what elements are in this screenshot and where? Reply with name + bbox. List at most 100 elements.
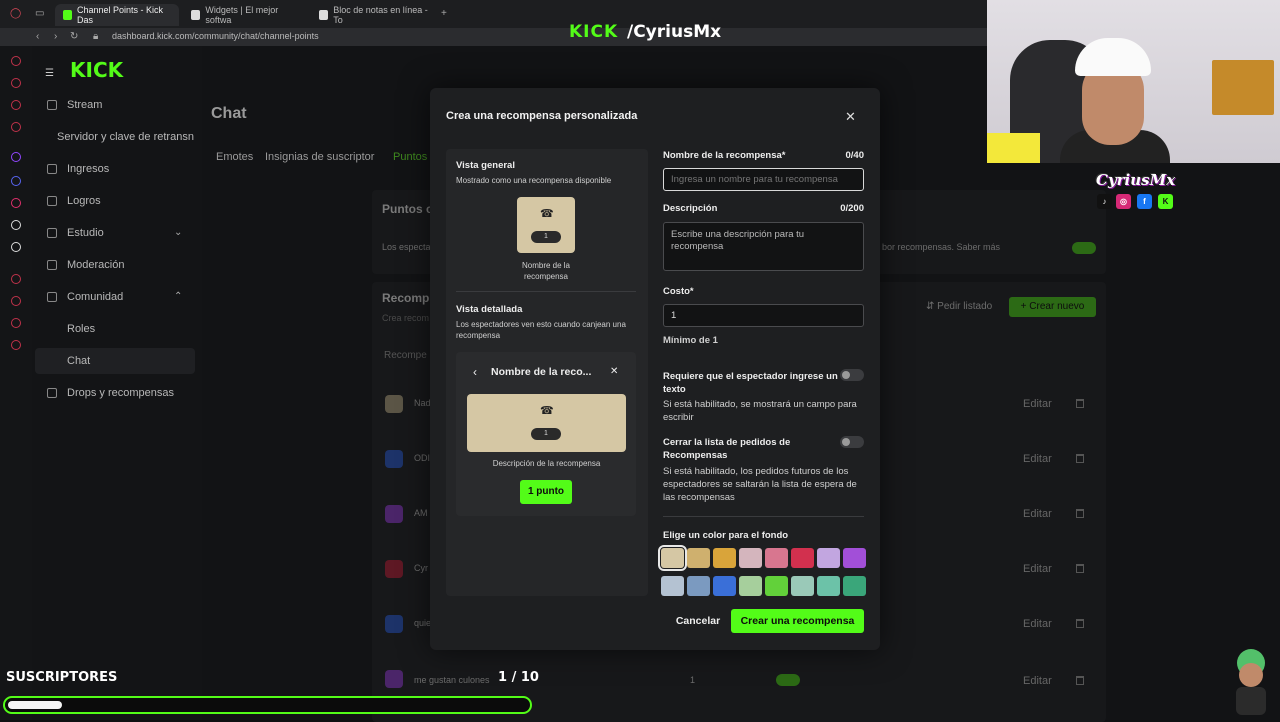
skip-queue-toggle[interactable] xyxy=(840,436,864,448)
color-swatch[interactable] xyxy=(765,548,788,568)
sidebar-label: Drops y recompensas xyxy=(67,387,174,399)
overview-cost-badge: 1 xyxy=(531,231,561,243)
color-swatch[interactable] xyxy=(765,576,788,596)
rail-icon[interactable] xyxy=(11,56,21,66)
trash-icon[interactable] xyxy=(1076,564,1084,573)
sidebar-item-roles[interactable]: Roles xyxy=(67,323,95,335)
settings-icon[interactable] xyxy=(11,340,21,350)
reward-description-input[interactable]: Escribe una descripción para tu recompen… xyxy=(663,222,864,271)
color-swatch[interactable] xyxy=(661,576,684,596)
create-reward-button[interactable]: Crear una recompensa xyxy=(731,609,864,633)
detail-reward-description: Descripción de la recompensa xyxy=(492,459,601,468)
discord-icon[interactable] xyxy=(11,176,21,186)
rail-icon[interactable] xyxy=(11,122,21,132)
reward-row-name: me gustan culones xyxy=(414,675,490,685)
color-swatch[interactable] xyxy=(713,576,736,596)
sidebar-item-moderacion[interactable]: Moderación xyxy=(47,259,124,271)
reload-icon[interactable]: ↻ xyxy=(70,31,78,42)
rail-icon[interactable] xyxy=(11,100,21,110)
cost-help-text: Mínimo de 1 xyxy=(663,335,718,346)
new-tab-icon[interactable]: + xyxy=(441,8,447,19)
sidebar-item-comunidad[interactable]: Comunidad xyxy=(47,291,123,303)
sidebar-item-stream[interactable]: Stream xyxy=(47,99,102,111)
subs-progress-fill xyxy=(8,701,62,709)
trash-icon[interactable] xyxy=(1076,399,1084,408)
color-swatch[interactable] xyxy=(713,548,736,568)
tab-label: Widgets | El mejor softwa xyxy=(205,5,279,25)
hamburger-icon[interactable]: ☰ xyxy=(45,68,54,79)
points-section-title: Puntos c xyxy=(382,202,433,216)
color-swatch[interactable] xyxy=(817,548,840,568)
sidebar-item-chat[interactable]: Chat xyxy=(67,355,90,367)
webcam-yellow-object xyxy=(987,133,1040,163)
trash-icon[interactable] xyxy=(1076,454,1084,463)
color-swatch[interactable] xyxy=(687,576,710,596)
sidebar-item-server-key[interactable]: Servidor y clave de retransn xyxy=(57,131,194,143)
trash-icon[interactable] xyxy=(1076,619,1084,628)
tab-widgets[interactable]: Widgets | El mejor softwa xyxy=(183,4,308,26)
instagram-icon[interactable] xyxy=(11,198,21,208)
name-counter: 0/40 xyxy=(845,150,865,161)
instagram-icon: ◎ xyxy=(1116,194,1131,209)
points-enabled-toggle[interactable] xyxy=(1072,242,1096,254)
edit-button[interactable]: Editar xyxy=(1023,508,1052,520)
rail-icon[interactable] xyxy=(11,274,21,284)
sidebar-item-drops[interactable]: Drops y recompensas xyxy=(47,387,174,399)
twitch-icon[interactable] xyxy=(11,152,21,162)
color-swatch[interactable] xyxy=(817,576,840,596)
color-swatch[interactable] xyxy=(843,548,866,568)
tab-emotes[interactable]: Emotes xyxy=(216,151,253,163)
chevron-down-icon[interactable]: ⌄ xyxy=(174,227,182,238)
edit-button[interactable]: Editar xyxy=(1023,618,1052,630)
tab-insignias[interactable]: Insignias de suscriptor xyxy=(265,151,374,163)
rewards-section-title: Recomp xyxy=(382,291,430,305)
cancel-button[interactable]: Cancelar xyxy=(672,611,724,631)
trash-icon[interactable] xyxy=(1076,676,1084,685)
tab-menu-icon[interactable]: ▭ xyxy=(35,8,44,19)
close-icon[interactable]: ✕ xyxy=(845,109,856,125)
gift-icon: ☎︎ xyxy=(540,208,554,220)
color-swatch[interactable] xyxy=(791,548,814,568)
sidebar-item-estudio[interactable]: Estudio xyxy=(47,227,104,239)
reward-cost-input[interactable] xyxy=(663,304,864,327)
tiktok-icon[interactable] xyxy=(11,220,21,230)
reward-enabled-toggle[interactable] xyxy=(776,674,800,686)
url-text[interactable]: dashboard.kick.com/community/chat/channe… xyxy=(112,31,319,41)
color-swatch[interactable] xyxy=(687,548,710,568)
sidebar-item-ingresos[interactable]: Ingresos xyxy=(47,163,109,175)
color-swatch[interactable] xyxy=(658,545,687,571)
divider xyxy=(456,291,636,292)
back-icon[interactable]: ‹ xyxy=(36,31,39,42)
chevron-up-icon[interactable]: ⌃ xyxy=(174,291,182,302)
forward-icon[interactable]: › xyxy=(54,31,57,42)
edit-button[interactable]: Editar xyxy=(1023,675,1052,687)
color-swatch[interactable] xyxy=(791,576,814,596)
name-label: Nombre de la recompensa* xyxy=(663,150,786,161)
rail-icon[interactable] xyxy=(11,78,21,88)
require-text-toggle[interactable] xyxy=(840,369,864,381)
edit-button[interactable]: Editar xyxy=(1023,453,1052,465)
color-swatch[interactable] xyxy=(739,576,762,596)
history-icon[interactable] xyxy=(11,296,21,306)
x-icon[interactable] xyxy=(11,242,21,252)
ingresos-icon xyxy=(47,164,57,174)
tab-puntos[interactable]: Puntos xyxy=(393,151,427,163)
reward-name-input[interactable] xyxy=(663,168,864,191)
sidebar-label: Comunidad xyxy=(67,291,124,303)
kick-logo[interactable]: KICK xyxy=(70,58,123,82)
tab-channel-points[interactable]: Channel Points - Kick Das xyxy=(55,4,179,26)
edit-button[interactable]: Editar xyxy=(1023,563,1052,575)
request-list-button[interactable]: ⇵ Pedir listado xyxy=(926,301,992,312)
trash-icon[interactable] xyxy=(1076,509,1084,518)
edit-button[interactable]: Editar xyxy=(1023,398,1052,410)
skip-queue-help: Si está habilitado, los pedidos futuros … xyxy=(663,466,857,503)
color-swatch[interactable] xyxy=(843,576,866,596)
tab-notepad[interactable]: Bloc de notas en línea - To xyxy=(311,4,439,26)
sidebar-item-logros[interactable]: Logros xyxy=(47,195,101,207)
create-new-button[interactable]: + Crear nuevo xyxy=(1009,297,1096,317)
color-swatch[interactable] xyxy=(739,548,762,568)
opera-logo-icon[interactable]: ◯ xyxy=(10,8,21,19)
rail-icon[interactable] xyxy=(11,318,21,328)
points-section-desc: Los especta xyxy=(382,242,431,252)
overview-title: Vista general xyxy=(456,160,515,171)
